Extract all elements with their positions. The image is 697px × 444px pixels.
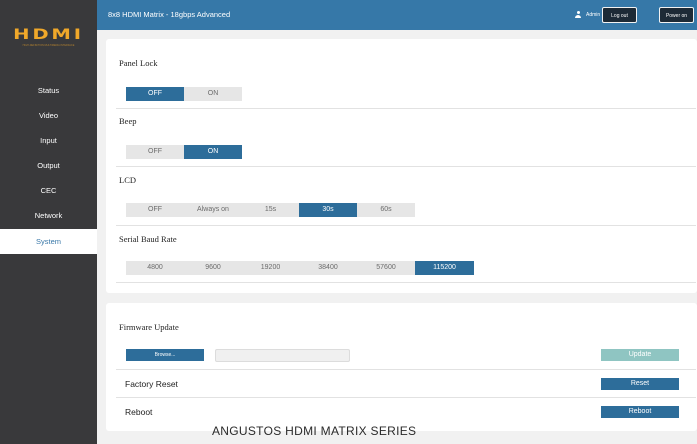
- lcd-off-option[interactable]: OFF: [126, 203, 184, 217]
- panel-lock-label: Panel Lock: [119, 58, 158, 68]
- firmware-file-field[interactable]: [215, 349, 350, 362]
- sidebar-item-cec[interactable]: CEC: [0, 178, 97, 203]
- beep-off-option[interactable]: OFF: [126, 145, 184, 159]
- user-icon: [575, 11, 581, 18]
- beep-label: Beep: [119, 116, 137, 126]
- divider: [116, 369, 696, 370]
- divider: [116, 397, 696, 398]
- footer-title: ANGUSTOS HDMI MATRIX SERIES: [212, 424, 417, 438]
- lcd-15s-option[interactable]: 15s: [242, 203, 299, 217]
- baud-19200-option[interactable]: 19200: [242, 261, 299, 275]
- panel-lock-on-option[interactable]: ON: [184, 87, 242, 101]
- lcd-always-on-option[interactable]: Always on: [184, 203, 242, 217]
- update-button[interactable]: Update: [601, 349, 679, 361]
- sidebar-item-network[interactable]: Network: [0, 203, 97, 228]
- power-on-button[interactable]: Power on: [659, 7, 694, 23]
- maintenance-panel: Firmware Update Browse... Update Factory…: [106, 303, 697, 431]
- factory-reset-label: Factory Reset: [125, 379, 178, 389]
- reset-button[interactable]: Reset: [601, 378, 679, 390]
- baud-115200-option[interactable]: 115200: [415, 261, 474, 275]
- divider: [116, 225, 696, 226]
- reboot-label: Reboot: [125, 407, 153, 417]
- logout-button[interactable]: Log out: [602, 7, 637, 23]
- browse-button[interactable]: Browse...: [126, 349, 204, 361]
- username-label: Admin: [586, 12, 601, 18]
- sidebar-item-video[interactable]: Video: [0, 103, 97, 128]
- sidebar-item-output[interactable]: Output: [0, 153, 97, 178]
- reboot-button[interactable]: Reboot: [601, 406, 679, 418]
- baud-38400-option[interactable]: 38400: [299, 261, 357, 275]
- top-bar: 8x8 HDMI Matrix - 18gbps Advanced Admin …: [97, 0, 697, 30]
- beep-on-option[interactable]: ON: [184, 145, 242, 159]
- page-title: 8x8 HDMI Matrix - 18gbps Advanced: [108, 10, 231, 19]
- baud-9600-option[interactable]: 9600: [184, 261, 242, 275]
- divider: [116, 282, 696, 283]
- divider: [116, 108, 696, 109]
- sidebar: HDMI HIGH-DEFINITION MULTIMEDIA INTERFAC…: [0, 0, 97, 444]
- logo-subtitle: HIGH-DEFINITION MULTIMEDIA INTERFACE: [22, 44, 75, 47]
- baud-57600-option[interactable]: 57600: [357, 261, 415, 275]
- lcd-30s-option[interactable]: 30s: [299, 203, 357, 217]
- sidebar-item-input[interactable]: Input: [0, 128, 97, 153]
- system-settings-panel: Panel Lock OFF ON Beep OFF ON LCD OFF Al…: [106, 39, 697, 293]
- hdmi-logo: HDMI HIGH-DEFINITION MULTIMEDIA INTERFAC…: [0, 27, 97, 57]
- lcd-60s-option[interactable]: 60s: [357, 203, 415, 217]
- firmware-update-label: Firmware Update: [119, 322, 179, 332]
- divider: [116, 166, 696, 167]
- baud-4800-option[interactable]: 4800: [126, 261, 184, 275]
- panel-lock-off-option[interactable]: OFF: [126, 87, 184, 101]
- sidebar-item-status[interactable]: Status: [0, 78, 97, 103]
- serial-baud-rate-label: Serial Baud Rate: [119, 234, 177, 244]
- sidebar-item-system[interactable]: System: [0, 229, 97, 254]
- lcd-label: LCD: [119, 175, 136, 185]
